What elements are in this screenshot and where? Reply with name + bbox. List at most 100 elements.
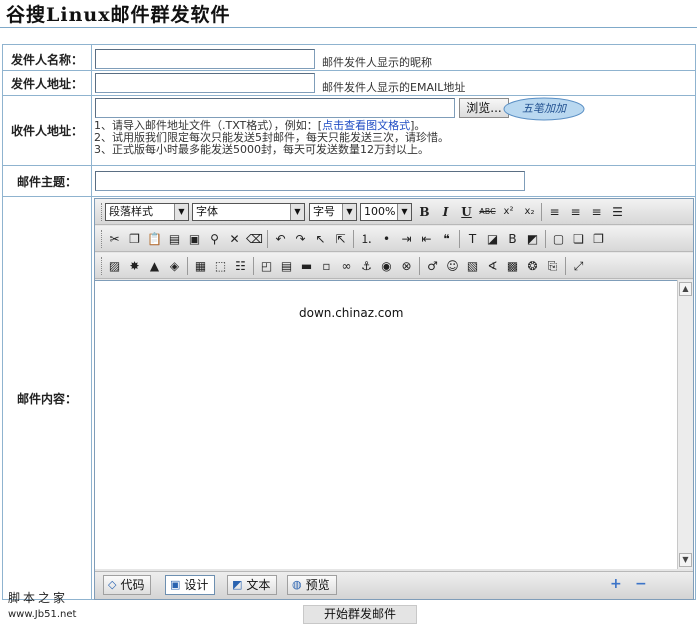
editor-scrollbar[interactable]: ▲ ▼ (677, 280, 693, 569)
subject-input[interactable] (95, 171, 525, 191)
toolbar-separator (353, 230, 354, 248)
insert-excel-icon[interactable]: ▩ (503, 257, 522, 275)
toolbar-grip[interactable] (101, 203, 104, 221)
insert-flash-icon[interactable]: ✸ (125, 257, 144, 275)
toolbar-grip[interactable] (101, 230, 104, 248)
font-size-select[interactable]: 字号 ▼ (309, 203, 357, 221)
tab-text[interactable]: ◩ 文本 (227, 575, 278, 595)
editor-body-text: down.chinaz.com (299, 306, 404, 320)
paragraph-style-select[interactable]: 段落样式 ▼ (105, 203, 189, 221)
toolbar-separator (253, 257, 254, 275)
scroll-down-icon[interactable]: ▼ (679, 553, 692, 567)
browse-button[interactable]: 浏览... (459, 98, 509, 118)
font-select[interactable]: 字体 ▼ (192, 203, 305, 221)
sender-address-label: 发件人地址： (10, 77, 83, 91)
eraser-icon[interactable]: ⌫ (245, 230, 264, 248)
select-pointer-icon[interactable]: ↖ (311, 230, 330, 248)
page-properties-icon[interactable]: ▢ (549, 230, 568, 248)
insert-frame-icon[interactable]: ⬚ (211, 257, 230, 275)
bold-button[interactable]: B (415, 203, 434, 221)
start-send-button[interactable]: 开始群发邮件 (303, 605, 417, 624)
toolbar-separator (565, 257, 566, 275)
paragraph-style-value: 段落样式 (109, 205, 153, 218)
insert-date-icon[interactable]: ▧ (463, 257, 482, 275)
row-divider (2, 165, 696, 166)
subscript-button[interactable]: x₂ (520, 203, 539, 221)
toolbar-separator (187, 257, 188, 275)
insert-file-icon[interactable]: ◈ (165, 257, 184, 275)
text-style-icon[interactable]: T (463, 230, 482, 248)
insert-table-icon[interactable]: ▦ (191, 257, 210, 275)
outdent-icon[interactable]: ⇤ (417, 230, 436, 248)
absolute-position-icon[interactable]: ⇱ (331, 230, 350, 248)
insert-form-icon[interactable]: ◰ (257, 257, 276, 275)
expand-editor-icon[interactable]: + (610, 576, 622, 592)
ordered-list-icon[interactable]: ⒈ (357, 230, 376, 248)
recipient-file-input[interactable] (95, 98, 455, 118)
tab-preview-label: 预览 (305, 578, 330, 592)
insert-formula-icon[interactable]: ∢ (483, 257, 502, 275)
editor-mode-bar: ◇ 代码 ▣ 设计 ◩ 文本 ◍ 预览 + − (95, 571, 693, 599)
insert-textarea-icon[interactable]: ▤ (277, 257, 296, 275)
fullscreen-icon[interactable]: ⤢ (569, 257, 588, 275)
row-divider (2, 196, 696, 197)
recipient-address-label: 收件人地址： (10, 124, 83, 138)
tab-design[interactable]: ▣ 设计 (165, 575, 216, 595)
tab-code-label: 代码 (120, 578, 145, 592)
undo-icon[interactable]: ↶ (271, 230, 290, 248)
paste-text-icon[interactable]: ▤ (165, 230, 184, 248)
tab-preview[interactable]: ◍ 预览 (287, 575, 337, 595)
editor-canvas[interactable]: down.chinaz.com (95, 280, 677, 569)
paste-icon[interactable]: 📋 (145, 230, 164, 248)
maximize-icon[interactable]: ❏ (569, 230, 588, 248)
indent-icon[interactable]: ⇥ (397, 230, 416, 248)
superscript-button[interactable]: x² (499, 203, 518, 221)
insert-link-icon[interactable]: ∞ (337, 257, 356, 275)
italic-button[interactable]: I (436, 203, 455, 221)
insert-web-icon[interactable]: ◉ (377, 257, 396, 275)
toolbar-grip[interactable] (101, 257, 104, 275)
remove-link-icon[interactable]: ⊗ (397, 257, 416, 275)
restore-icon[interactable]: ❐ (589, 230, 608, 248)
find-icon[interactable]: ⚲ (205, 230, 224, 248)
paste-word-icon[interactable]: ▣ (185, 230, 204, 248)
font-color-icon[interactable]: ◩ (523, 230, 542, 248)
toolbar-row-insert: ▨ ✸ ▲ ◈ ▦ ⬚ ☷ ◰ ▤ ▬ ▫ ∞ ⚓ ◉ ⊗ ♂ ☺ ▧ ∢ ▩ … (95, 253, 693, 279)
insert-special-char-icon[interactable]: ♂ (423, 257, 442, 275)
insert-symbol-icon[interactable]: ❂ (523, 257, 542, 275)
background-color-icon[interactable]: B (503, 230, 522, 248)
insert-page-break-icon[interactable]: ⎘ (543, 257, 562, 275)
cut-icon[interactable]: ✂ (105, 230, 124, 248)
delete-icon[interactable]: ✕ (225, 230, 244, 248)
shrink-editor-icon[interactable]: − (635, 576, 647, 592)
scroll-up-icon[interactable]: ▲ (679, 282, 692, 296)
insert-media-icon[interactable]: ▲ (145, 257, 164, 275)
insert-layer-icon[interactable]: ☷ (231, 257, 250, 275)
sender-name-input[interactable] (95, 49, 315, 69)
insert-hr-icon[interactable]: ▬ (297, 257, 316, 275)
copy-icon[interactable]: ❐ (125, 230, 144, 248)
insert-image-icon[interactable]: ▨ (105, 257, 124, 275)
zoom-select[interactable]: 100% ▼ (360, 203, 412, 221)
align-right-icon[interactable]: ≡ (587, 203, 606, 221)
align-left-icon[interactable]: ≡ (545, 203, 564, 221)
insert-checkbox-icon[interactable]: ▫ (317, 257, 336, 275)
site-url-watermark: www.Jb51.net (8, 609, 77, 620)
toolbar-separator (267, 230, 268, 248)
blockquote-icon[interactable]: ❝ (437, 230, 456, 248)
toolbar-row-format: 段落样式 ▼ 字体 ▼ 字号 ▼ 100% ▼ B I U ABC x² x₂ ≡ ≡ … (95, 199, 693, 225)
sender-address-hint: 邮件发件人显示的EMAIL地址 (322, 81, 466, 94)
align-center-icon[interactable]: ≡ (566, 203, 585, 221)
tab-code[interactable]: ◇ 代码 (103, 575, 152, 595)
content-label: 邮件内容： (16, 392, 77, 406)
strikethrough-button[interactable]: ABC (478, 203, 497, 221)
redo-icon[interactable]: ↷ (291, 230, 310, 248)
unordered-list-icon[interactable]: • (377, 230, 396, 248)
fill-color-icon[interactable]: ◪ (483, 230, 502, 248)
sender-address-input[interactable] (95, 73, 315, 93)
underline-button[interactable]: U (457, 203, 476, 221)
insert-emoticon-icon[interactable]: ☺ (443, 257, 462, 275)
align-justify-icon[interactable]: ☰ (608, 203, 627, 221)
insert-anchor-icon[interactable]: ⚓ (357, 257, 376, 275)
chevron-down-icon: ▼ (174, 204, 188, 220)
